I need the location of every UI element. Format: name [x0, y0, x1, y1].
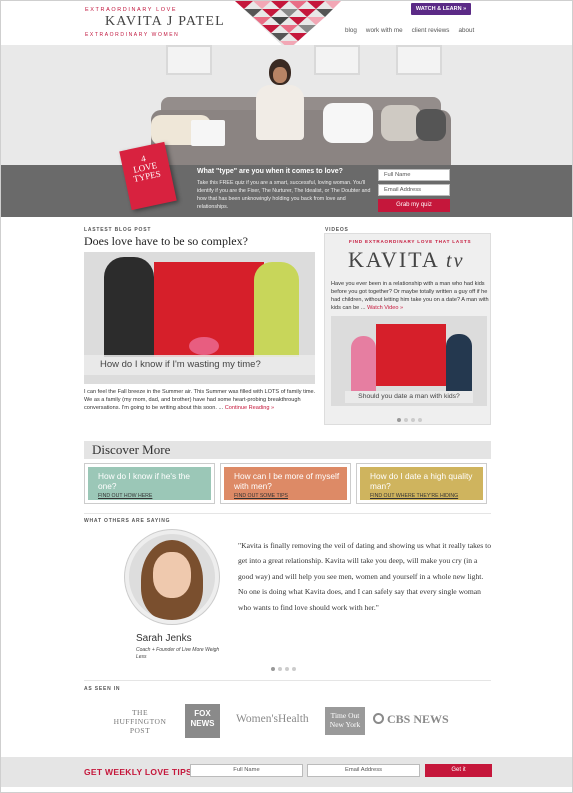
newsletter-title: GET WEEKLY LOVE TIPS — [84, 767, 193, 777]
time-out-logo: Time Out New York — [325, 707, 365, 735]
wall-frame — [166, 45, 212, 75]
continue-reading-link[interactable]: Continue Reading » — [225, 405, 274, 411]
logo-tagline-top: EXTRAORDINARY LOVE — [85, 7, 178, 13]
card-link[interactable]: FIND OUT SOME TIPS — [234, 493, 288, 499]
testimonial-quote: "Kavita is finally removing the veil of … — [238, 541, 492, 612]
card-link[interactable]: FIND OUT HOW HERE — [98, 493, 152, 499]
get-it-button[interactable]: Get it — [425, 764, 492, 777]
card-title: How can I be more of myself with men? — [234, 471, 340, 491]
cbs-eye-icon — [373, 713, 384, 724]
wall-frame — [314, 45, 360, 75]
press-label: AS SEEN IN — [84, 686, 121, 692]
discover-header: Discover More — [84, 441, 491, 459]
video-thumb-caption: Should you date a man with kids? — [345, 391, 473, 403]
nav-client-reviews[interactable]: client reviews — [412, 27, 450, 34]
avatar-face — [153, 552, 191, 598]
quiz-body: Take this FREE quiz if you are a smart, … — [197, 180, 371, 210]
quiz-email-input[interactable]: Email Address — [378, 184, 450, 196]
kavita-tv-logo: KAVITA tv — [348, 247, 464, 273]
card-title: How do I know if he's the one? — [98, 471, 190, 491]
book-title: 4 LOVE TYPES — [132, 153, 162, 184]
hero-image — [1, 45, 572, 165]
huffington-post-logo: THE HUFFINGTON POST — [113, 708, 167, 735]
discover-card-quality-man[interactable]: How do I date a high quality man? FIND O… — [356, 463, 487, 504]
carousel-dot[interactable] — [292, 667, 296, 671]
testimonial-role: Coach + Founder of Live More Weigh Less — [136, 647, 220, 660]
kavita-tv-brand: KAVITA — [348, 247, 439, 272]
video-kicker: FIND EXTRAORDINARY LOVE THAT LASTS — [349, 239, 472, 244]
wall-frame — [396, 45, 442, 75]
red-flower-backdrop — [376, 324, 446, 386]
testimonial-name: Sarah Jenks — [136, 633, 192, 644]
guest-figure — [104, 257, 154, 357]
carousel-dot[interactable] — [411, 418, 415, 422]
video-thumbnail[interactable]: Should you date a man with kids? — [331, 316, 487, 406]
pillow — [191, 120, 225, 146]
newsletter-name-input[interactable]: Full Name — [190, 764, 303, 777]
avatar — [125, 530, 219, 624]
carousel-dot[interactable] — [418, 418, 422, 422]
divider — [84, 513, 491, 514]
kavita-tv-suffix: tv — [446, 250, 465, 272]
video-description: Have you ever been in a relationship wit… — [331, 280, 489, 312]
divider — [84, 680, 491, 681]
logo-brand[interactable]: KAVITA J PATEL — [105, 14, 225, 30]
grab-quiz-button[interactable]: Grab my quiz — [378, 199, 450, 212]
watch-learn-button[interactable]: WATCH & LEARN » — [411, 3, 471, 15]
blog-image-caption: How do I know if I'm wasting my time? — [84, 355, 315, 375]
fox-news-logo: FOX NEWS — [185, 704, 220, 738]
watch-video-link[interactable]: Watch Video » — [367, 305, 403, 311]
pillow — [381, 105, 421, 141]
carousel-dot[interactable] — [278, 667, 282, 671]
testimonial-label: WHAT OTHERS ARE SAYING — [84, 518, 171, 524]
flower-vase — [189, 337, 219, 355]
nav-work-with-me[interactable]: work with me — [366, 27, 403, 34]
triangle-pattern-logo-icon — [235, 1, 341, 51]
newsletter-email-input[interactable]: Email Address — [307, 764, 420, 777]
blog-title[interactable]: Does love have to be so complex? — [84, 234, 248, 249]
person-body — [256, 85, 304, 140]
logo-tagline-bottom: EXTRAORDINARY WOMEN — [85, 32, 180, 38]
blog-image[interactable]: How do I know if I'm wasting my time? — [84, 252, 315, 384]
pillow — [323, 103, 373, 143]
host-figure — [254, 262, 299, 357]
discover-card-the-one[interactable]: How do I know if he's the one? FIND OUT … — [84, 463, 215, 504]
quiz-name-input[interactable]: Full Name — [378, 169, 450, 181]
video-carousel-dots — [397, 418, 422, 422]
guest-figure — [351, 336, 376, 391]
page: EXTRAORDINARY LOVE KAVITA J PATEL EXTRAO… — [0, 0, 573, 793]
video-text: Have you ever been in a relationship wit… — [331, 281, 489, 311]
video-panel: FIND EXTRAORDINARY LOVE THAT LASTS KAVIT… — [324, 233, 491, 425]
cbs-news-text: CBS NEWS — [387, 712, 449, 726]
card-link[interactable]: FIND OUT WHERE THEY'RE HIDING — [370, 493, 458, 499]
carousel-dot[interactable] — [404, 418, 408, 422]
womens-health-logo: Women'sHealth — [236, 713, 309, 725]
pillow — [416, 109, 446, 141]
main-nav: blog work with me client reviews about — [345, 27, 474, 34]
host-figure — [446, 334, 472, 391]
carousel-dot[interactable] — [397, 418, 401, 422]
blog-excerpt-text: I can feel the Fall breeze in the Summer… — [84, 389, 316, 411]
testimonial-carousel-dots — [271, 667, 296, 671]
carousel-dot[interactable] — [271, 667, 275, 671]
nav-blog[interactable]: blog — [345, 27, 357, 34]
discover-title: Discover More — [92, 442, 171, 457]
blog-label: LASTEST BLOG POST — [84, 227, 152, 233]
quiz-heading: What "type" are you when it comes to lov… — [197, 168, 343, 175]
carousel-dot[interactable] — [285, 667, 289, 671]
site-header: EXTRAORDINARY LOVE KAVITA J PATEL EXTRAO… — [1, 1, 572, 51]
discover-card-myself[interactable]: How can I be more of myself with men? FI… — [220, 463, 351, 504]
cbs-news-logo: CBS NEWS — [373, 712, 449, 727]
card-title: How do I date a high quality man? — [370, 471, 473, 491]
nav-about[interactable]: about — [458, 27, 474, 34]
person-face — [273, 67, 287, 83]
blog-excerpt: I can feel the Fall breeze in the Summer… — [84, 388, 316, 412]
